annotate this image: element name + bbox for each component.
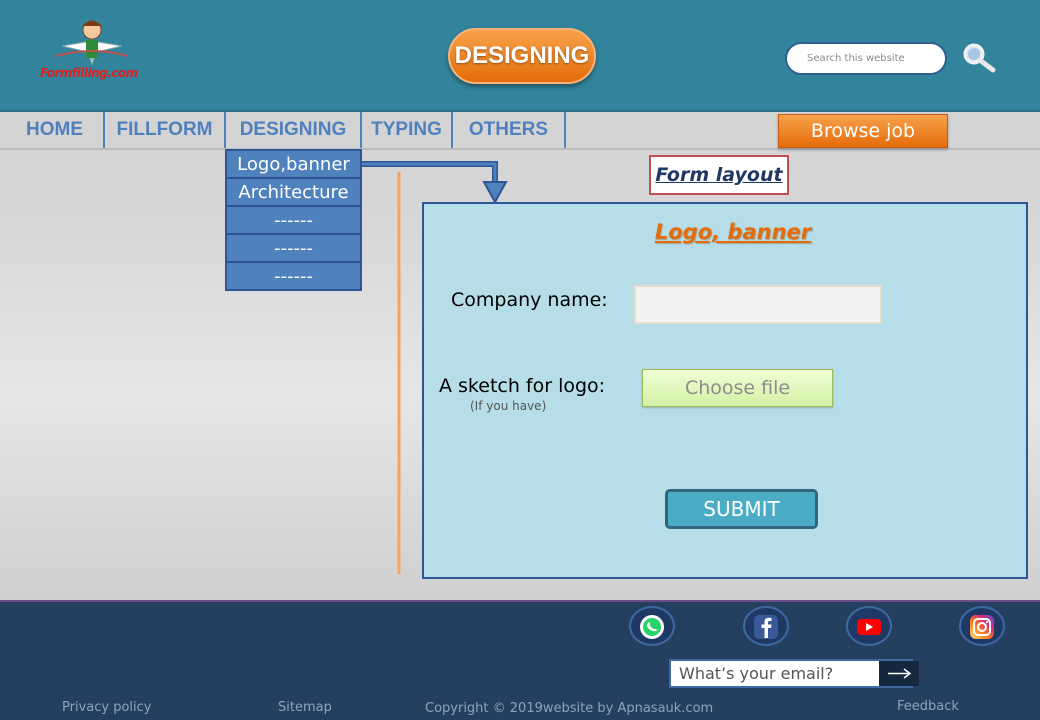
sketch-hint: (If you have) [470,399,547,413]
email-input[interactable] [671,661,879,686]
search-input[interactable] [785,42,947,75]
nav-item-typing[interactable]: TYPING [362,112,453,148]
nav-item-fillform[interactable]: FILLFORM [105,112,226,148]
feedback-link[interactable]: Feedback [897,699,959,714]
dropdown-item-placeholder[interactable]: ------ [225,205,362,235]
nav-item-home[interactable]: HOME [6,112,105,148]
copyright-text: Copyright © 2019website by Apnasauk.com [425,701,714,716]
privacy-policy-link[interactable]: Privacy policy [62,700,151,715]
company-name-label: Company name: [451,289,608,311]
form-title: Logo, banner [654,220,812,244]
facebook-icon[interactable] [743,606,789,646]
designing-dropdown: Logo,banner Architecture ------ ------ -… [225,149,362,291]
site-footer: Privacy policy Sitemap Copyright © 2019w… [0,600,1040,720]
page-title-badge: DESIGNING [448,28,596,84]
dropdown-item-placeholder[interactable]: ------ [225,261,362,291]
instagram-icon[interactable] [959,606,1005,646]
sitemap-link[interactable]: Sitemap [278,700,332,715]
nav-item-others[interactable]: OTHERS [453,112,566,148]
sketch-label: A sketch for logo: [439,375,606,397]
dropdown-item-logo-banner[interactable]: Logo,banner [225,149,362,179]
newsletter-form [669,659,919,688]
whatsapp-icon[interactable] [629,606,675,646]
site-header: Formfilling.com DESIGNING [0,0,1040,112]
company-name-input[interactable] [634,285,882,324]
dropdown-item-placeholder[interactable]: ------ [225,233,362,263]
email-submit-button[interactable] [879,661,919,686]
form-layout-label: Form layout [649,155,789,195]
arrow-right-icon [888,668,912,679]
logo-banner-form: Logo, banner Company name: A sketch for … [422,202,1028,579]
nav-item-designing[interactable]: DESIGNING [226,112,362,148]
search-icon[interactable] [960,42,998,74]
logo-text: Formfilling.com [40,66,138,80]
dropdown-item-architecture[interactable]: Architecture [225,177,362,207]
choose-file-button[interactable]: Choose file [642,369,833,407]
youtube-icon[interactable] [846,606,892,646]
browse-job-button[interactable]: Browse job [778,114,948,148]
submit-button[interactable]: SUBMIT [665,489,818,529]
